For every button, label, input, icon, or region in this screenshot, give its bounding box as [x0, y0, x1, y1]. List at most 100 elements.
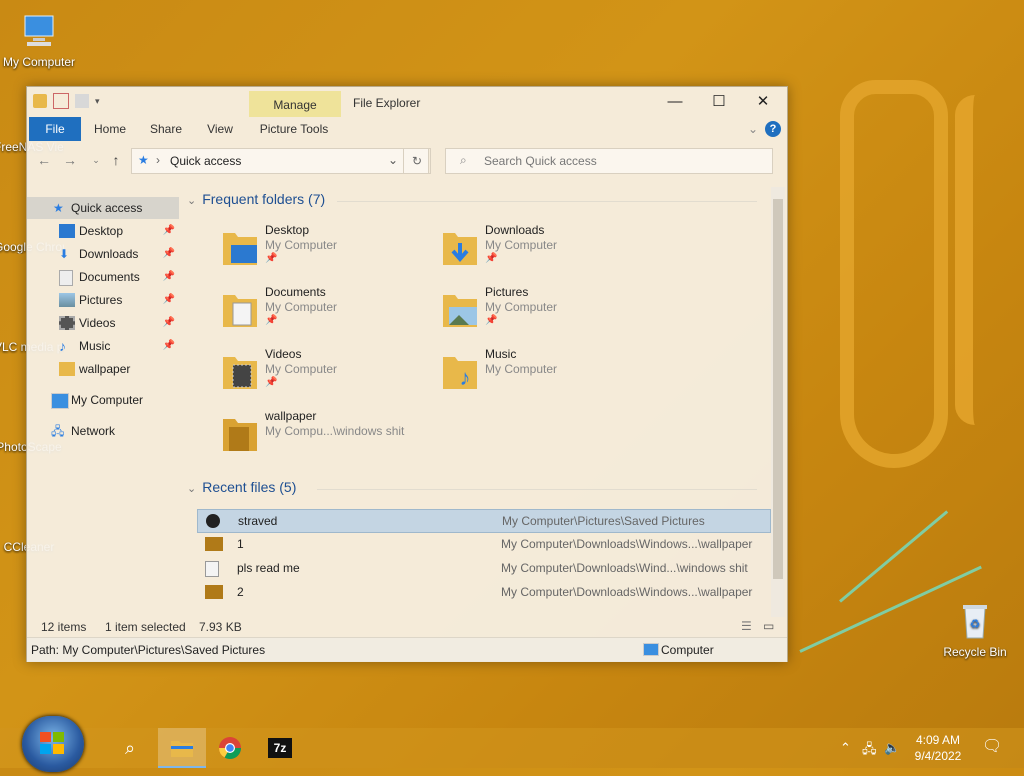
computer-icon [24, 15, 54, 46]
desktop-icon-my-computer[interactable]: My Computer [0, 10, 84, 69]
pin-icon[interactable]: 📌 [163, 243, 175, 265]
window-title: File Explorer [353, 96, 421, 110]
action-center-button[interactable]: 🗨 [982, 736, 1002, 756]
recent-locations-button[interactable]: ⌄ [87, 151, 105, 169]
navigation-pane: ★ Quick access Desktop 📌 ⬇ Downloads 📌 D… [27, 191, 179, 621]
pin-icon[interactable]: 📌 [163, 220, 175, 242]
manage-tab[interactable]: Manage [249, 91, 341, 117]
computer-icon [643, 643, 659, 656]
image-file-icon [205, 537, 223, 551]
help-icon[interactable]: ? [765, 121, 781, 137]
search-box[interactable]: ⌕ Search Quick access [445, 148, 773, 174]
svg-text:♻: ♻ [970, 617, 981, 631]
nav-network[interactable]: 🖧 Network [27, 420, 179, 442]
item-count: 12 items [41, 620, 87, 634]
frequent-folders-header[interactable]: ⌄ Frequent folders (7) [187, 191, 325, 207]
pin-icon: 📌 [265, 315, 278, 326]
up-button[interactable]: ↑ [107, 151, 125, 169]
file-path: My Computer\Pictures\Saved Pictures [502, 514, 705, 528]
music-folder-icon: ♪ [443, 357, 477, 390]
volume-icon[interactable]: 🔈 [884, 740, 900, 756]
chevron-up-icon: ⌃ [840, 740, 851, 755]
start-button[interactable] [22, 716, 84, 772]
recent-file-row[interactable]: 1 My Computer\Downloads\Windows...\wallp… [197, 533, 769, 555]
pin-icon[interactable]: 📌 [163, 266, 175, 288]
taskbar-7zip[interactable]: 7z [256, 728, 304, 768]
tab-picture-tools[interactable]: Picture Tools [253, 117, 335, 141]
pin-icon[interactable]: 📌 [163, 335, 175, 357]
nav-videos[interactable]: Videos 📌 [27, 312, 179, 334]
taskbar-clock[interactable]: 4:09 AM 9/4/2022 [906, 732, 970, 764]
file-name: pls read me [237, 561, 300, 575]
back-button[interactable]: ← [35, 151, 53, 169]
pin-icon[interactable]: 📌 [163, 289, 175, 311]
maximize-button[interactable]: ☐ [697, 87, 741, 117]
folder-icon[interactable] [33, 94, 47, 108]
address-bar[interactable]: ★ › Quick access ⌄ [131, 148, 429, 174]
chevron-down-icon[interactable]: ⌄ [388, 153, 398, 167]
taskbar-chrome[interactable] [206, 728, 254, 768]
file-explorer-window[interactable]: ▾ Manage File Explorer — ☐ ✕ File Home S… [26, 86, 788, 662]
tab-home[interactable]: Home [89, 117, 131, 141]
recent-file-row[interactable]: 2 My Computer\Downloads\Windows...\wallp… [197, 581, 769, 603]
scrollbar-thumb[interactable] [773, 199, 783, 579]
folder-tile-documents[interactable]: Documents My Computer 📌 [221, 285, 431, 341]
expand-ribbon-icon[interactable]: ⌄ [743, 117, 763, 141]
properties-icon[interactable] [53, 93, 69, 109]
nav-wallpaper[interactable]: wallpaper [27, 358, 179, 380]
folder-name: Videos [265, 347, 302, 361]
chevron-down-icon[interactable]: ▾ [95, 94, 103, 108]
file-name: 1 [237, 537, 244, 551]
folder-tile-desktop[interactable]: Desktop My Computer 📌 [221, 223, 431, 279]
nav-quick-access[interactable]: ★ Quick access [27, 197, 179, 219]
tab-file[interactable]: File [29, 117, 81, 141]
new-folder-icon[interactable] [75, 94, 89, 108]
show-hidden-icons-button[interactable]: ⌃ [840, 740, 851, 756]
nav-documents[interactable]: Documents 📌 [27, 266, 179, 288]
folder-name: Documents [265, 285, 326, 299]
network-tray-icon[interactable]: 🖧 [862, 740, 877, 762]
nav-pictures[interactable]: Pictures 📌 [27, 289, 179, 311]
tab-share[interactable]: Share [147, 117, 185, 141]
title-bar[interactable]: ▾ Manage File Explorer — ☐ ✕ [27, 87, 787, 117]
folder-tile-videos[interactable]: Videos My Computer 📌 [221, 347, 431, 403]
desktop-folder-icon [223, 233, 257, 265]
large-icons-view-icon[interactable]: ▭ [763, 619, 774, 633]
star-icon: ★ [138, 153, 149, 167]
taskbar-file-explorer[interactable] [158, 728, 206, 768]
desktop-icon-recycle-bin[interactable]: ♻ Recycle Bin [930, 600, 1020, 659]
nav-downloads[interactable]: ⬇ Downloads 📌 [27, 243, 179, 265]
maximize-icon: ☐ [712, 93, 726, 110]
folder-tile-music[interactable]: ♪ Music My Computer [441, 347, 651, 403]
file-name: straved [238, 514, 278, 528]
vertical-scrollbar[interactable] [771, 187, 785, 617]
details-view-icon[interactable]: ☰ [741, 619, 752, 633]
recent-file-row[interactable]: straved My Computer\Pictures\Saved Pictu… [197, 509, 771, 533]
svg-text:♪: ♪ [460, 365, 471, 390]
refresh-icon: ↻ [411, 154, 423, 168]
recent-files-header[interactable]: ⌄ Recent files (5) [187, 479, 296, 495]
refresh-button[interactable]: ↻ [403, 148, 431, 174]
folder-tile-pictures[interactable]: Pictures My Computer 📌 [441, 285, 651, 341]
folder-location: My Computer [265, 362, 338, 376]
nav-label: Downloads [79, 247, 139, 261]
folder-icon [171, 741, 193, 757]
search-button[interactable]: ⌕ [106, 728, 154, 768]
tab-view[interactable]: View [203, 117, 237, 141]
nav-desktop[interactable]: Desktop 📌 [27, 220, 179, 242]
close-button[interactable]: ✕ [741, 87, 785, 117]
folder-tile-downloads[interactable]: Downloads My Computer 📌 [441, 223, 651, 279]
forward-button[interactable]: → [61, 151, 79, 169]
notification-icon: 🗨 [982, 738, 1003, 755]
recent-file-row[interactable]: pls read me My Computer\Downloads\Wind..… [197, 557, 769, 579]
folder-location: My Compu...\windows shit [265, 424, 405, 438]
folder-tile-wallpaper[interactable]: wallpaper My Compu...\windows shit [221, 409, 431, 465]
folder-location: My Computer [485, 238, 558, 252]
pin-icon[interactable]: 📌 [163, 312, 175, 334]
nav-music[interactable]: ♪ Music 📌 [27, 335, 179, 357]
downloads-folder-icon [443, 233, 477, 265]
minimize-button[interactable]: — [653, 87, 697, 117]
folder-icon [59, 362, 75, 376]
forward-arrow-icon: → [63, 152, 77, 168]
nav-my-computer[interactable]: My Computer [27, 389, 179, 411]
